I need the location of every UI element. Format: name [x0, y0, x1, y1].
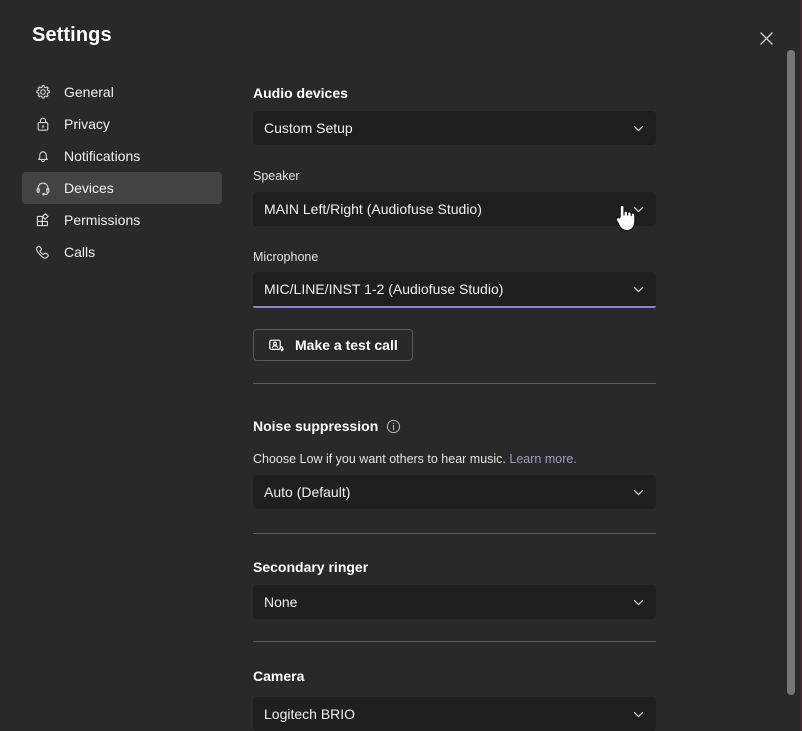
sidebar-item-label: Calls [64, 245, 95, 260]
sidebar-item-devices[interactable]: Devices [22, 172, 222, 204]
chevron-down-icon [631, 282, 645, 296]
learn-more-link[interactable]: Learn more. [509, 452, 576, 466]
close-button[interactable] [754, 26, 778, 50]
devices-settings-panel: Audio devices Custom Setup Speaker MAIN … [253, 0, 673, 731]
audio-device-setup-dropdown[interactable]: Custom Setup [253, 111, 656, 145]
settings-nav-list: General Privacy Notifications [22, 76, 222, 268]
microphone-dropdown[interactable]: MIC/LINE/INST 1-2 (Audiofuse Studio) [253, 272, 656, 308]
chevron-down-icon [631, 202, 645, 216]
section-divider [253, 641, 656, 642]
secondary-ringer-value: None [264, 594, 297, 610]
sidebar-item-permissions[interactable]: Permissions [22, 204, 222, 236]
lock-icon [34, 116, 51, 133]
secondary-ringer-dropdown[interactable]: None [253, 585, 656, 619]
sidebar-item-label: Permissions [64, 213, 140, 228]
sidebar-item-label: Notifications [64, 149, 140, 164]
noise-suppression-label: Noise suppression [253, 418, 378, 434]
chevron-down-icon [631, 595, 645, 609]
noise-suppression-dropdown[interactable]: Auto (Default) [253, 475, 656, 509]
test-call-icon [268, 337, 285, 354]
camera-value: Logitech BRIO [264, 706, 355, 722]
scrollbar-thumb[interactable] [787, 50, 795, 695]
audio-devices-heading: Audio devices [253, 85, 348, 101]
microphone-label: Microphone [253, 250, 318, 264]
sidebar-item-notifications[interactable]: Notifications [22, 140, 222, 172]
noise-suppression-heading: Noise suppression [253, 418, 401, 434]
sidebar-item-privacy[interactable]: Privacy [22, 108, 222, 140]
camera-dropdown[interactable]: Logitech BRIO [253, 697, 656, 731]
headset-icon [34, 180, 51, 197]
bell-icon [34, 148, 51, 165]
noise-suppression-helper-text: Choose Low if you want others to hear mu… [253, 452, 506, 466]
section-divider [253, 383, 656, 384]
permissions-icon [34, 212, 51, 229]
noise-suppression-value: Auto (Default) [264, 484, 350, 500]
sidebar-item-label: General [64, 85, 114, 100]
gear-icon [34, 84, 51, 101]
microphone-value: MIC/LINE/INST 1-2 (Audiofuse Studio) [264, 281, 503, 297]
chevron-down-icon [631, 121, 645, 135]
sidebar-item-label: Privacy [64, 117, 110, 132]
close-icon [760, 32, 773, 45]
sidebar-item-label: Devices [64, 181, 114, 196]
speaker-value: MAIN Left/Right (Audiofuse Studio) [264, 201, 482, 217]
noise-suppression-helper: Choose Low if you want others to hear mu… [253, 452, 577, 466]
phone-icon [34, 244, 51, 261]
info-icon[interactable] [386, 419, 401, 434]
page-title: Settings [32, 24, 112, 47]
secondary-ringer-heading: Secondary ringer [253, 559, 368, 575]
settings-dialog: Settings General [0, 0, 802, 731]
audio-device-setup-value: Custom Setup [264, 120, 353, 136]
speaker-dropdown[interactable]: MAIN Left/Right (Audiofuse Studio) [253, 192, 656, 226]
make-test-call-button[interactable]: Make a test call [253, 329, 413, 361]
speaker-label: Speaker [253, 169, 300, 183]
make-test-call-label: Make a test call [295, 337, 398, 353]
chevron-down-icon [631, 485, 645, 499]
chevron-down-icon [631, 707, 645, 721]
camera-heading: Camera [253, 668, 304, 684]
sidebar-item-general[interactable]: General [22, 76, 222, 108]
scrollbar-track[interactable] [786, 0, 796, 731]
sidebar-item-calls[interactable]: Calls [22, 236, 222, 268]
section-divider [253, 533, 656, 534]
